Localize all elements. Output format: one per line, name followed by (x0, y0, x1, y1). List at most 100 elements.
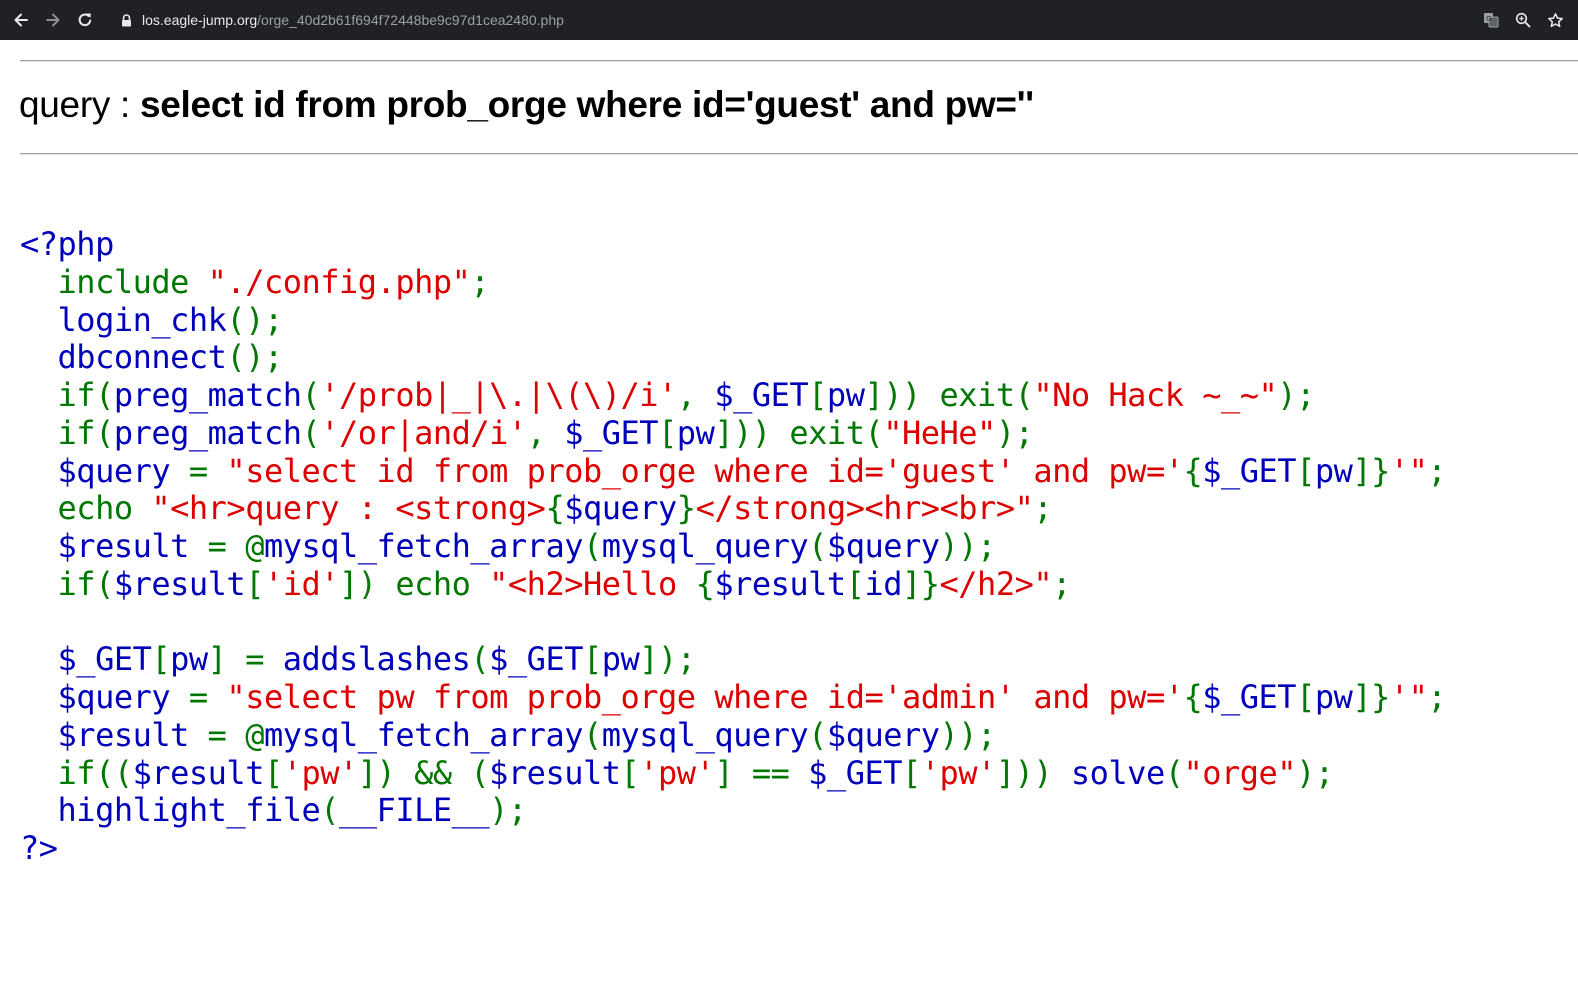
code-token: '/or|and/i' (320, 413, 527, 452)
address-bar[interactable]: los.eagle-jump.org/orge_40d2b61f694f7244… (142, 12, 564, 28)
code-token: ); (995, 413, 1034, 452)
code-token: mysql_query (601, 527, 809, 565)
url-path: /orge_40d2b61f694f72448be9c97d1cea2480.p… (257, 12, 564, 28)
code-token: ( (301, 376, 321, 414)
zoom-icon[interactable] (1514, 11, 1532, 29)
code-line: $result = @mysql_fetch_array(mysql_query… (20, 527, 1446, 566)
code-token: ]); (639, 640, 696, 679)
php-source-code: <?php include "./config.php"; login_chk(… (20, 225, 1447, 868)
code-token: ( (320, 791, 340, 830)
code-token: include (20, 262, 208, 301)
code-token: [ (582, 640, 602, 679)
code-token: ); (489, 791, 527, 830)
code-token: $query (20, 678, 189, 716)
code-token: )); (939, 715, 997, 754)
code-token: $result (20, 715, 208, 754)
code-token: [ (1296, 678, 1315, 716)
code-token: ); (1277, 376, 1315, 414)
code-token: (); (226, 338, 283, 377)
svg-text:G: G (1486, 15, 1491, 23)
code-token: pw (826, 376, 865, 414)
code-token: $result (132, 753, 265, 792)
translate-icon[interactable]: G (1482, 11, 1500, 29)
code-line: login_chk(); (20, 300, 1446, 340)
code-token: solve (1070, 753, 1165, 792)
code-token: dbconnect (20, 338, 227, 377)
code-token: [ (845, 564, 865, 603)
code-line: highlight_file(__FILE__); (20, 791, 1446, 830)
reload-icon[interactable] (71, 6, 99, 34)
code-token: 'pw' (639, 753, 715, 792)
code-token: $result (489, 753, 621, 792)
code-token: { (695, 564, 715, 603)
code-token: , (526, 413, 565, 452)
code-token: login_chk (20, 300, 227, 339)
code-token: ; (1033, 489, 1053, 528)
code-token: ]} (1352, 678, 1390, 716)
code-token: ]} (1352, 451, 1390, 490)
code-token: [ (658, 413, 677, 452)
lock-icon[interactable] (121, 13, 132, 27)
forward-arrow-icon[interactable] (39, 6, 67, 34)
code-token: ; (1427, 451, 1447, 490)
code-token: </strong><hr><br>" (695, 489, 1034, 528)
code-token: $_GET (714, 376, 809, 414)
code-line: $result = @mysql_fetch_array(mysql_query… (20, 715, 1446, 755)
code-token: if( (20, 564, 115, 603)
code-token: $query (20, 451, 189, 490)
code-token: $_GET (808, 753, 902, 792)
code-token: , (676, 376, 715, 414)
code-token: = @ (207, 715, 265, 754)
code-token: "<hr>query : <strong> (151, 489, 546, 528)
code-token: ); (1296, 753, 1334, 792)
code-token: "orge" (1183, 753, 1297, 792)
code-token: ( (582, 715, 602, 754)
code-token: ] = (207, 640, 283, 679)
code-token: (); (226, 300, 283, 339)
code-token: echo (20, 489, 152, 528)
horizontal-rule-top (20, 60, 1578, 62)
code-token: [ (263, 753, 283, 792)
code-token: "select id from prob_orge where id='gues… (226, 451, 1184, 490)
code-token: ]) echo (339, 564, 490, 603)
code-token: ] == (714, 753, 809, 792)
code-line: echo "<hr>query : <strong>{$query}</stro… (20, 489, 1446, 528)
code-token: mysql_query (601, 715, 809, 754)
code-token: pw (1314, 678, 1353, 716)
code-token: $result (714, 564, 846, 603)
code-token: ( (808, 715, 827, 754)
code-token: ?> (20, 829, 58, 867)
browser-toolbar: los.eagle-jump.org/orge_40d2b61f694f7244… (0, 0, 1578, 40)
toolbar-right-icons: G (1482, 0, 1564, 40)
code-token: ]) && ( (357, 753, 490, 792)
code-line: dbconnect(); (20, 338, 1446, 377)
code-token: $_GET (1202, 451, 1297, 490)
back-arrow-icon[interactable] (7, 6, 35, 34)
code-token: [ (1296, 451, 1315, 490)
code-token: preg_match (113, 413, 302, 452)
code-token: ( (301, 413, 321, 452)
code-token: pw (601, 640, 640, 679)
code-token: <?php (20, 225, 114, 263)
code-line: if(preg_match('/or|and/i', $_GET[pw])) e… (20, 413, 1446, 453)
code-token: $_GET (20, 640, 152, 679)
code-token: $query (564, 489, 677, 528)
code-token: ])) exit( (714, 413, 884, 452)
code-token: "./config.php" (207, 262, 471, 301)
code-token: 'pw' (282, 753, 359, 792)
bookmark-star-icon[interactable] (1546, 11, 1564, 29)
code-token: { (1183, 451, 1203, 490)
code-token: $_GET (489, 640, 583, 679)
code-token: ( (808, 527, 827, 565)
query-text: select id from prob_orge where id='guest… (140, 84, 1034, 125)
code-line: if(preg_match('/prob|_|\.|\(\)/i', $_GET… (20, 376, 1446, 415)
code-token: $result (20, 527, 208, 565)
code-token: { (545, 489, 565, 528)
code-line: ?> (20, 829, 1446, 868)
code-token: "No Hack ~_~" (1033, 376, 1278, 414)
code-token: id (864, 564, 902, 603)
code-token: 'id' (263, 564, 340, 603)
code-token: </h2>" (939, 564, 1053, 603)
code-token: ( (470, 640, 490, 679)
